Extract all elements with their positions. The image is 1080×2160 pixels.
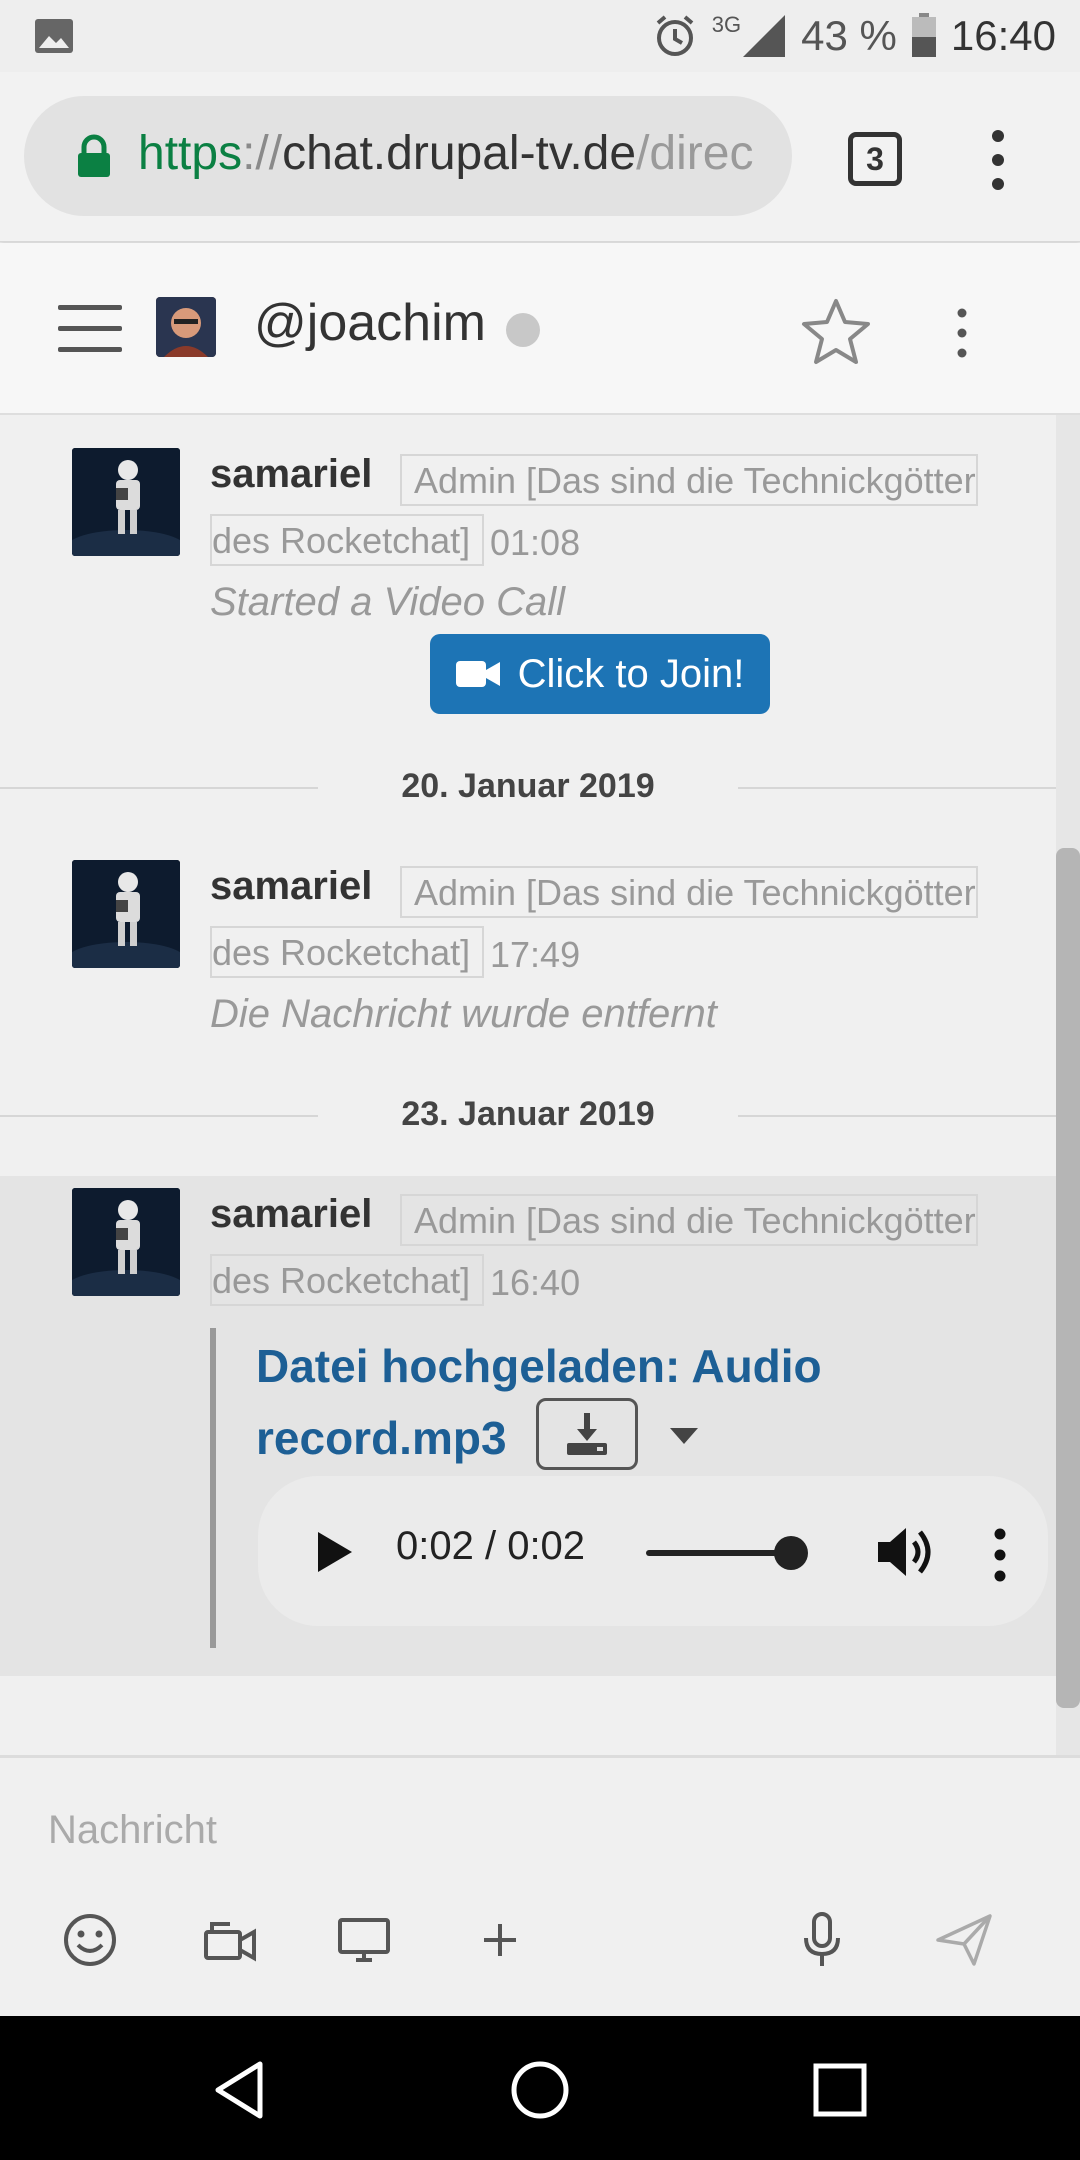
message-timestamp: 16:40 (490, 1262, 581, 1303)
message-body: Started a Video Call (210, 580, 566, 624)
url-text[interactable]: https://chat.drupal-tv.de/direc (138, 126, 788, 181)
room-title: @joachim (254, 294, 486, 352)
browser-toolbar: https://chat.drupal-tv.de/direc 3 (0, 72, 1080, 242)
back-icon[interactable] (208, 2058, 272, 2122)
clock: 16:40 (950, 12, 1056, 59)
recents-icon[interactable] (808, 2058, 872, 2122)
date-label: 23. Januar 2019 (401, 1095, 655, 1133)
join-video-call-button[interactable]: Click to Join! (430, 634, 770, 714)
join-button-label: Click to Join! (517, 651, 745, 696)
audio-player: 0:02 / 0:02 (258, 1476, 1048, 1626)
status-bar: 3G 43 % 16:40 (0, 0, 1080, 72)
user-role-badge: Admin [Das sind die Technickgötter (400, 1194, 978, 1246)
video-camera-icon (455, 661, 500, 687)
date-divider: 20. Januar 2019 (0, 767, 1056, 807)
screen-share-icon[interactable] (334, 1910, 394, 1970)
chat-scrollbar[interactable] (1056, 848, 1080, 1708)
alarm-icon (656, 15, 694, 56)
android-nav-bar (0, 2016, 1080, 2160)
download-button[interactable] (536, 1398, 638, 1470)
date-divider: 23. Januar 2019 (0, 1095, 1056, 1135)
audio-options-icon[interactable] (990, 1528, 1010, 1582)
user-avatar[interactable] (72, 1188, 180, 1296)
send-icon[interactable] (934, 1910, 994, 1970)
video-message-icon[interactable] (200, 1910, 260, 1970)
battery-icon (911, 13, 936, 57)
user-status-indicator (506, 313, 540, 347)
message-body: Die Nachricht wurde entfernt (210, 992, 717, 1036)
browser-menu-icon[interactable] (978, 128, 1018, 192)
network-type-label: 3G (711, 12, 742, 37)
message-username[interactable]: samariel (210, 452, 372, 497)
download-icon (567, 1413, 607, 1455)
message-composer: Nachricht (0, 1755, 1080, 2015)
address-bar[interactable]: https://chat.drupal-tv.de/direc (24, 96, 792, 216)
volume-icon[interactable] (876, 1524, 938, 1580)
attachment-quote-bar (210, 1328, 216, 1648)
message-timestamp: 17:49 (490, 934, 581, 975)
user-role-badge: Admin [Das sind die Technickgötter (400, 866, 978, 918)
date-label: 20. Januar 2019 (401, 767, 655, 805)
emoji-icon[interactable] (60, 1910, 120, 1970)
room-header: @joachim (0, 243, 1080, 415)
home-icon[interactable] (508, 2058, 572, 2122)
audio-seek-handle[interactable] (774, 1536, 808, 1570)
plus-icon[interactable] (470, 1910, 530, 1970)
gallery-notification-icon (35, 19, 73, 53)
signal-icon (743, 15, 786, 57)
user-role-badge: Admin [Das sind die Technickgötter (400, 454, 978, 506)
tab-switcher-button[interactable]: 3 (848, 132, 902, 186)
secure-lock-icon (78, 134, 110, 177)
favorite-star-icon[interactable] (800, 295, 872, 367)
room-kebab-menu-icon[interactable] (942, 305, 982, 361)
message-timestamp: 01:08 (490, 522, 581, 563)
user-role-badge-cont: des Rocketchat] (210, 514, 485, 566)
user-role-badge-cont: des Rocketchat] (210, 1254, 485, 1306)
play-icon[interactable] (316, 1530, 354, 1574)
room-avatar[interactable] (156, 297, 216, 357)
battery-percent: 43 % (801, 12, 897, 59)
message-username[interactable]: samariel (210, 1192, 372, 1237)
user-avatar[interactable] (72, 448, 180, 556)
sidebar-toggle-icon[interactable] (58, 305, 122, 353)
audio-time: 0:02 / 0:02 (396, 1524, 586, 1568)
message-input[interactable]: Nachricht (48, 1808, 217, 1853)
microphone-icon[interactable] (792, 1910, 852, 1970)
user-role-badge-cont: des Rocketchat] (210, 926, 485, 978)
user-avatar[interactable] (72, 860, 180, 968)
collapse-caret-icon[interactable] (668, 1426, 700, 1446)
message-username[interactable]: samariel (210, 864, 372, 909)
